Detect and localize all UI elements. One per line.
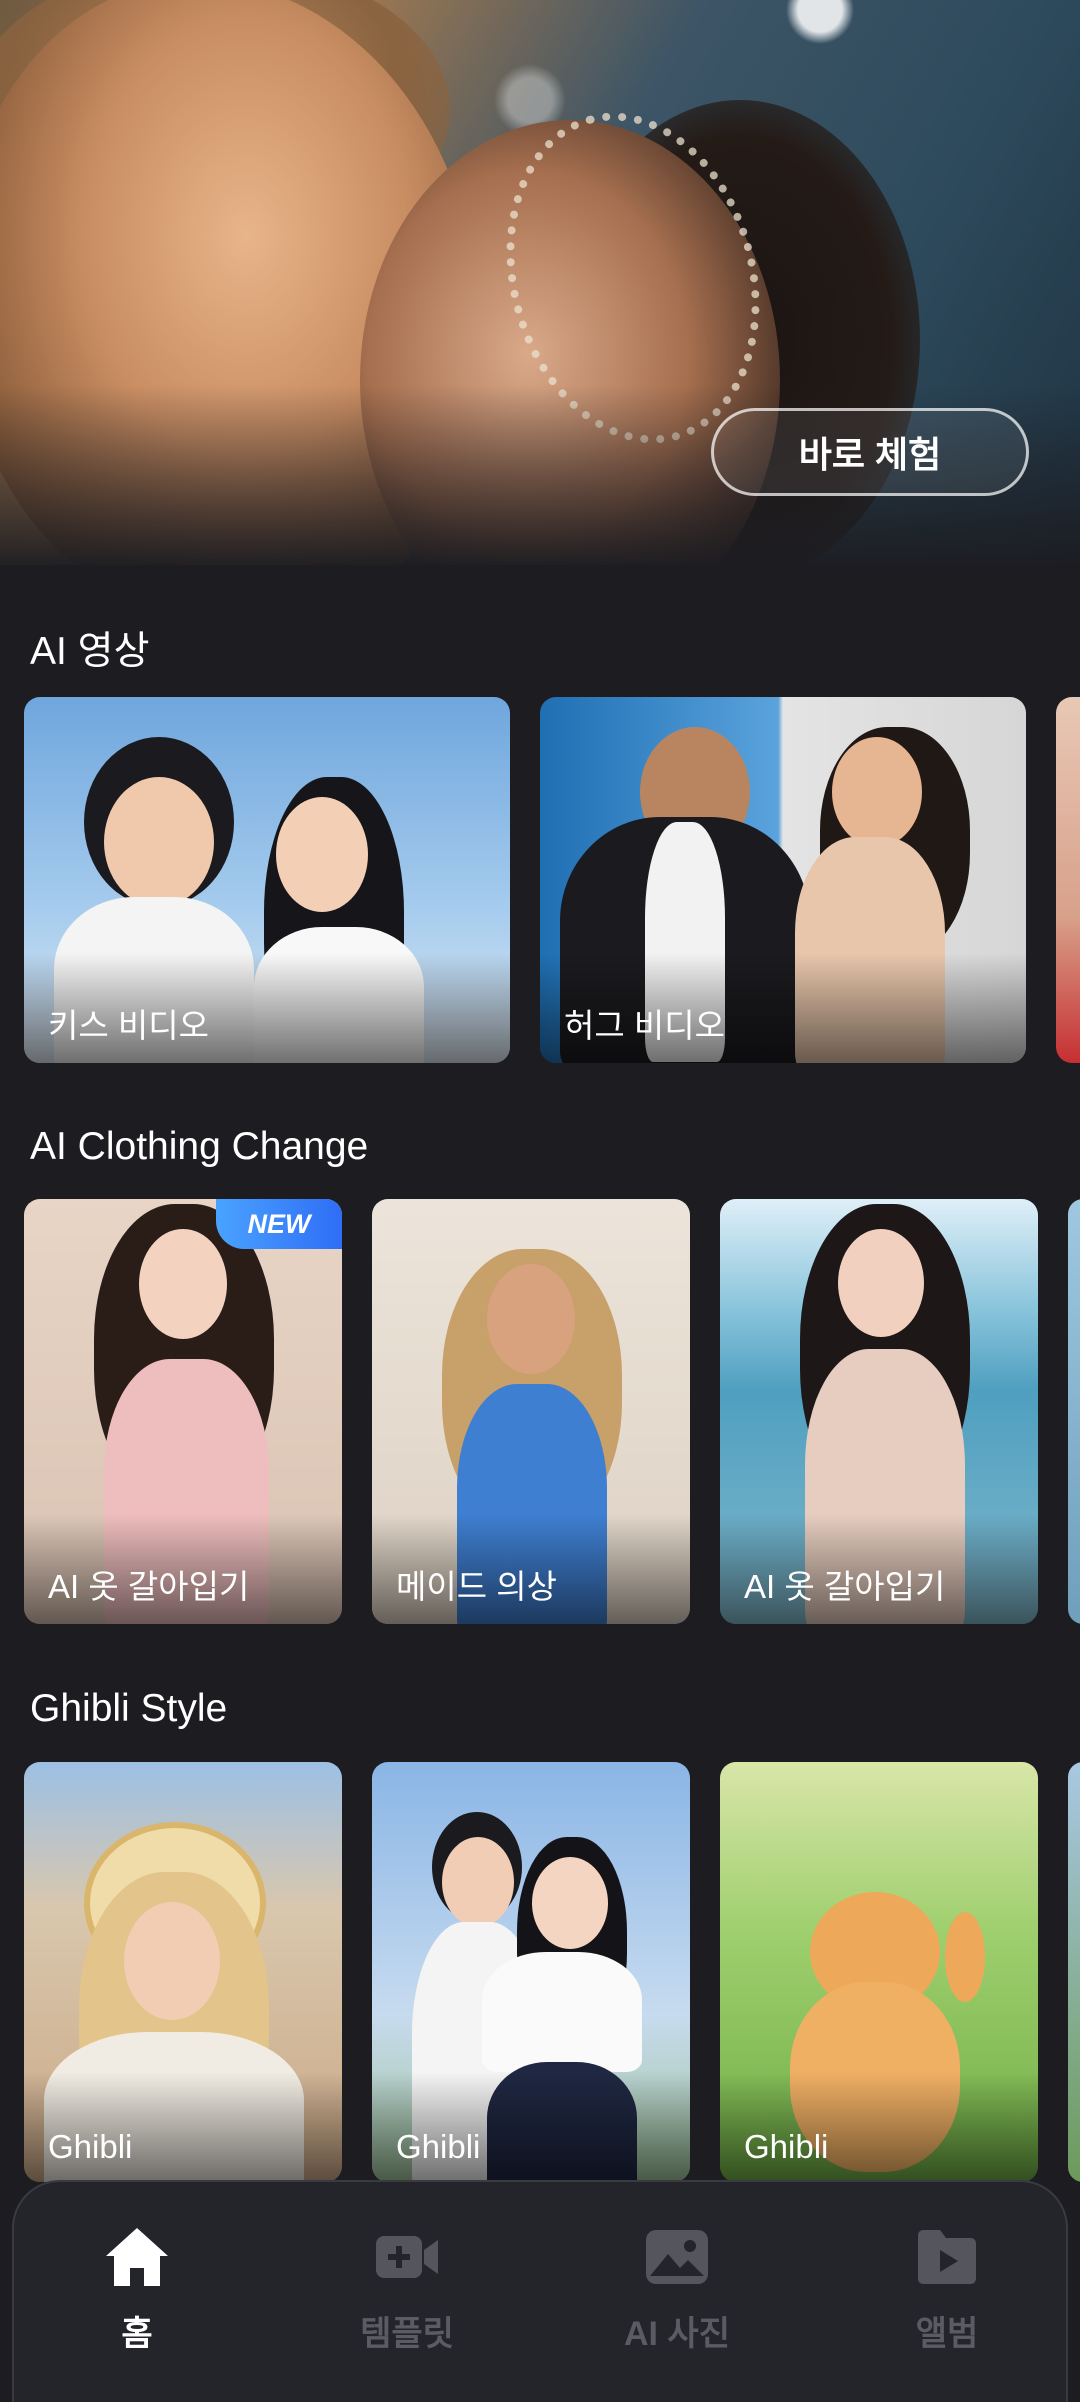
bottom-navigation: 홈 템플릿 AI 사진 앨범 (12, 2180, 1068, 2402)
nav-item-templates[interactable]: 템플릿 (307, 2222, 507, 2372)
card-image (838, 1229, 924, 1337)
nav-label-templates: 템플릿 (360, 2315, 454, 2353)
clothing-change-row[interactable]: NEW AI 옷 갈아입기 메이드 의상 AI 옷 갈아입기 (0, 1199, 1080, 1624)
card-label: Ghibli (744, 2128, 829, 2165)
ai-video-row[interactable]: 키스 비디오 허그 비디오 (0, 697, 1080, 1063)
template-card-ghibli-2[interactable]: Ghibli (372, 1762, 690, 2182)
card-label: Ghibli (48, 2128, 133, 2165)
video-add-icon (376, 2236, 438, 2278)
section-title-ai-video: AI 영상 (30, 630, 150, 673)
card-image (139, 1229, 227, 1339)
nav-item-home[interactable]: 홈 (37, 2222, 237, 2372)
ghibli-style-row[interactable]: Ghibli Ghibli Ghibli (0, 1762, 1080, 2182)
nav-label-ai-photo: AI 사진 (623, 2315, 730, 2353)
card-image (276, 797, 368, 912)
template-card-outfit-2[interactable]: 메이드 의상 (372, 1199, 690, 1624)
card-label: AI 옷 갈아입기 (744, 1568, 946, 1605)
card-label: 메이드 의상 (396, 1568, 557, 1605)
template-card-partial[interactable] (1056, 697, 1080, 1063)
card-label: AI 옷 갈아입기 (48, 1568, 250, 1605)
home-icon (106, 2228, 168, 2286)
nav-item-ai-photo[interactable]: AI 사진 (577, 2222, 777, 2372)
card-image (945, 1912, 985, 2002)
card-image (124, 1902, 220, 2020)
template-card-outfit-3[interactable]: AI 옷 갈아입기 (720, 1199, 1038, 1624)
card-label: Ghibli (396, 2128, 481, 2165)
template-card-kiss-video[interactable]: 키스 비디오 (24, 697, 510, 1063)
nav-label-home: 홈 (121, 2315, 153, 2353)
card-label: 허그 비디오 (564, 1007, 725, 1044)
template-card-ghibli-3[interactable]: Ghibli (720, 1762, 1038, 2182)
card-image (532, 1857, 608, 1949)
try-now-button[interactable]: 바로 체험 (711, 408, 1029, 496)
nav-label-album: 앨범 (915, 2315, 979, 2353)
card-image (487, 1264, 575, 1374)
hero-banner[interactable]: 바로 체험 (0, 0, 1080, 565)
template-card-partial[interactable] (1068, 1199, 1080, 1624)
photo-icon (646, 2230, 708, 2284)
card-image (482, 1952, 642, 2072)
section-title-clothing-change: AI Clothing Change (30, 1125, 369, 1168)
card-image (442, 1837, 514, 1927)
card-image (832, 737, 922, 847)
new-badge: NEW (216, 1199, 342, 1249)
nav-item-album[interactable]: 앨범 (847, 2222, 1047, 2372)
section-title-ghibli-style: Ghibli Style (30, 1687, 228, 1730)
card-image (104, 777, 214, 907)
template-card-partial[interactable] (1068, 1762, 1080, 2182)
card-label: 키스 비디오 (48, 1007, 209, 1044)
album-folder-icon (918, 2230, 976, 2284)
template-card-ghibli-1[interactable]: Ghibli (24, 1762, 342, 2182)
template-card-outfit-1[interactable]: NEW AI 옷 갈아입기 (24, 1199, 342, 1624)
template-card-hug-video[interactable]: 허그 비디오 (540, 697, 1026, 1063)
